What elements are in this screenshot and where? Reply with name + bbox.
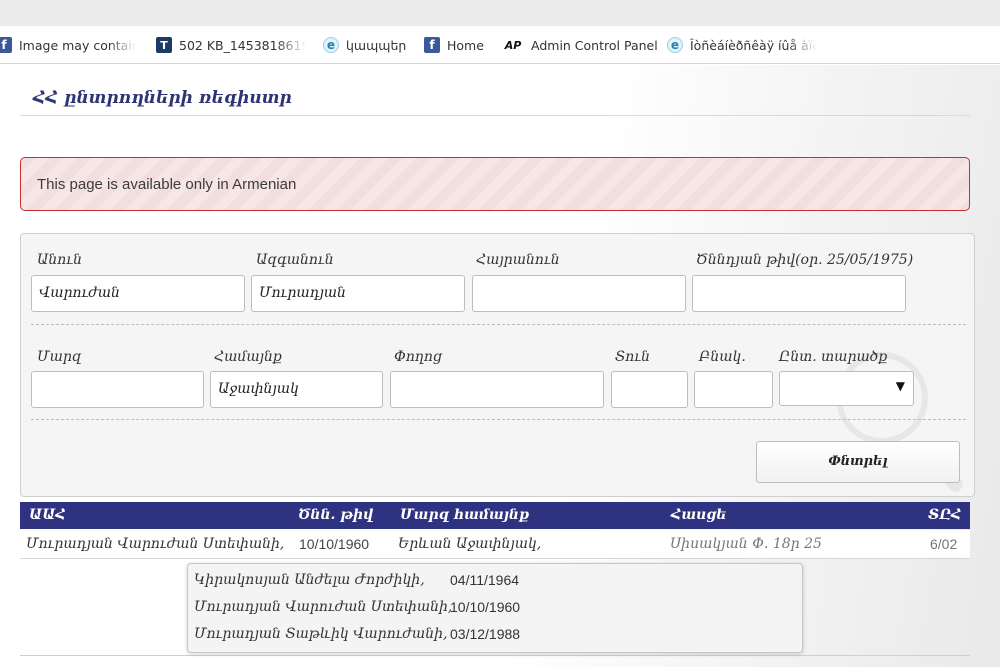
cell-name: Մուրադյան Վարուժան Ստեփանի,: [26, 536, 285, 552]
search-button[interactable]: Փնտրել: [756, 441, 960, 483]
alert-text: This page is available only in Armenian: [37, 176, 297, 193]
table-row[interactable]: Մուրադյան Վարուժան Ստեփանի, 10/10/1960 Ե…: [20, 530, 970, 559]
e-site-icon: e: [323, 37, 339, 53]
bookmark-label: Image may contain: f: [19, 37, 136, 53]
autocomplete-popup: Կիրակոսյան Անժելա Ժորժիկի, 04/11/1964 Մո…: [187, 563, 803, 653]
autocomplete-date: 03/12/1988: [450, 626, 521, 642]
first-name-label: Անուն: [37, 252, 82, 268]
first-name-input[interactable]: Վարուժան: [31, 275, 245, 312]
region-label: Մարզ: [37, 349, 82, 365]
form-divider: [31, 419, 966, 420]
bookmark-item[interactable]: f Image may contain: f: [0, 36, 136, 54]
ap-icon: AP: [504, 38, 522, 52]
bookmark-label: 502 KB_14538186191: [179, 37, 306, 53]
cell-region: Երևան Աջափնյակ,: [398, 536, 542, 552]
district-label: Ընտ. տարածք: [779, 349, 888, 365]
dropdown-arrow-icon: ▼: [895, 379, 905, 393]
community-label: Համայնք: [214, 349, 282, 365]
bookmark-item[interactable]: T 502 KB_14538186191: [156, 36, 306, 54]
region-input[interactable]: [31, 371, 204, 408]
bookmark-label: կապպեր: [346, 37, 407, 53]
community-input[interactable]: Աջափնյակ: [210, 371, 383, 408]
house-label: Տուն: [615, 349, 650, 365]
column-header-birth-date: Ծնն. թիվ: [298, 507, 374, 523]
bookmark-item[interactable]: e Îòñèáíèðñêàÿ íûå àïèòàë: [667, 36, 817, 54]
bookmark-item[interactable]: AP Admin Control Panel: [502, 36, 657, 54]
bookmark-label: Îòñèáíèðñêàÿ íûå àïèòàë: [690, 37, 817, 53]
form-divider: [31, 324, 966, 325]
last-name-input[interactable]: Մուրադյան: [251, 275, 465, 312]
e-site-icon: e: [667, 37, 683, 53]
bookmark-label: Admin Control Panel: [531, 37, 657, 53]
column-header-name: ԱԱՀ: [29, 507, 66, 523]
autocomplete-name: Մուրադյան Տաթևիկ Վարուժանի,: [194, 626, 448, 642]
t-site-icon: T: [156, 37, 172, 53]
street-label: Փողոց: [394, 349, 442, 365]
bookmark-item[interactable]: f Home: [424, 36, 494, 54]
title-divider: [20, 115, 970, 116]
column-header-district: ՏԸՀ: [928, 507, 962, 523]
birth-date-input[interactable]: [692, 275, 906, 312]
table-bottom-divider: [20, 655, 970, 656]
column-header-region: Մարզ համայնք: [400, 507, 530, 523]
apartment-label: Բնակ.: [699, 349, 746, 365]
column-header-address: Հասցե: [671, 507, 727, 523]
bookmark-item[interactable]: e կապպեր: [323, 36, 413, 54]
birth-date-label: Ծննդյան թիվ(օր. 25/05/1975): [696, 252, 914, 268]
autocomplete-date: 10/10/1960: [450, 599, 521, 615]
cell-district: 6/02: [930, 536, 958, 552]
apartment-input[interactable]: [694, 371, 773, 408]
district-select[interactable]: ▼: [779, 371, 914, 406]
language-alert: This page is available only in Armenian: [20, 157, 970, 211]
autocomplete-date: 04/11/1964: [450, 572, 520, 588]
patronymic-label: Հայրանուն: [476, 252, 560, 268]
bookmarks-bar: f Image may contain: f T 502 KB_14538186…: [0, 26, 1000, 64]
results-table-header: ԱԱՀ Ծնն. թիվ Մարզ համայնք Հասցե ՏԸՀ: [20, 502, 970, 529]
house-input[interactable]: [611, 371, 688, 408]
facebook-icon: f: [424, 37, 440, 53]
autocomplete-name: Մուրադյան Վարուժան Ստեփանի,: [194, 599, 453, 615]
cell-birth-date: 10/10/1960: [299, 536, 370, 552]
cell-address: Սիսակյան Փ. 18ր 25: [670, 536, 822, 552]
page-title: ՀՀ ընտրողների ռեգիստր: [33, 88, 292, 108]
facebook-icon: f: [0, 37, 12, 53]
browser-top-strip: [0, 0, 1000, 26]
autocomplete-name: Կիրակոսյան Անժելա Ժորժիկի,: [194, 572, 425, 588]
bookmark-label: Home: [447, 37, 484, 53]
street-input[interactable]: [390, 371, 604, 408]
last-name-label: Ազգանուն: [256, 252, 334, 268]
patronymic-input[interactable]: [472, 275, 686, 312]
